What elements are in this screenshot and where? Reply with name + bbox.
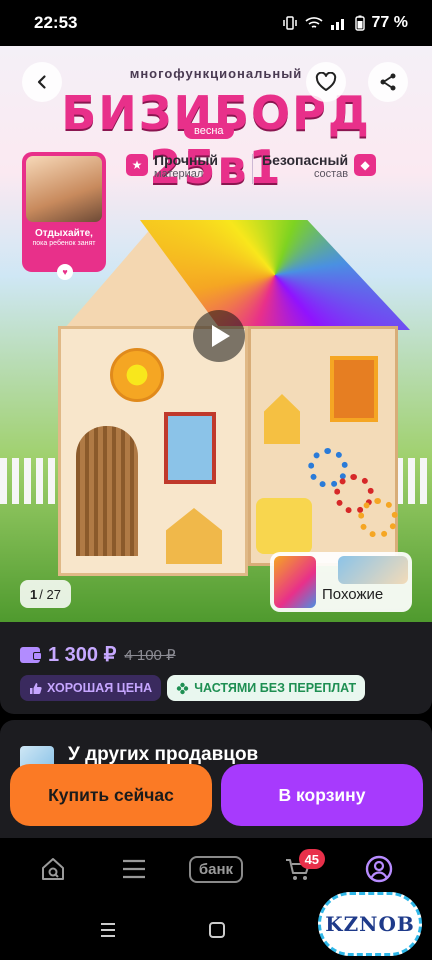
image-counter-total: / 27 <box>39 586 61 602</box>
vibrate-icon <box>282 16 297 30</box>
menu-icon <box>123 859 146 879</box>
similar-thumb-2 <box>338 556 408 584</box>
tab-home[interactable] <box>28 849 78 889</box>
price-row: 1 300 ₽ 4 100 ₽ <box>20 642 176 667</box>
watermark-text: KZNOB <box>325 912 415 936</box>
buy-now-button[interactable]: Купить сейчас <box>10 764 212 826</box>
good-price-badge[interactable]: ХОРОШАЯ ЦЕНА <box>20 675 162 701</box>
share-icon <box>380 73 396 91</box>
product-image-gallery[interactable]: многофункциональный БИЗИБОРД 25в1 весна … <box>0 46 432 622</box>
battery-percent: 77 % <box>371 14 408 31</box>
side-panel <box>330 356 378 422</box>
spring-tag: весна <box>184 123 234 139</box>
tab-cart[interactable]: 45 <box>273 849 326 889</box>
similar-thumb-1 <box>274 556 316 608</box>
feature-durable-title: Прочный <box>154 152 218 168</box>
recent-apps-icon[interactable] <box>98 921 118 939</box>
tab-catalog[interactable] <box>109 849 159 889</box>
house-window <box>164 412 216 484</box>
status-bar: 22:53 77 % <box>0 0 432 46</box>
other-sellers-title: У других продавцов <box>68 744 259 765</box>
house-door <box>76 426 138 556</box>
installments-badge[interactable]: ЧАСТЯМИ БЕЗ ПЕРЕПЛАТ <box>167 675 366 701</box>
tab-bank[interactable]: банк <box>188 849 244 889</box>
feature-safe: Безопасный состав ◆ <box>262 152 377 180</box>
play-icon <box>212 325 230 347</box>
battery-icon <box>354 15 365 31</box>
feature-safe-title: Безопасный <box>262 152 349 168</box>
image-counter: 1 / 27 <box>20 580 71 608</box>
gear-orange <box>358 498 398 538</box>
status-icons: 77 % <box>282 14 408 32</box>
family-photo <box>26 156 102 222</box>
price-old: 4 100 ₽ <box>124 646 176 664</box>
feature-safe-subtitle: состав <box>313 168 349 180</box>
lacing-box <box>256 498 312 554</box>
cart-count-badge: 45 <box>298 849 326 869</box>
favorite-button[interactable] <box>306 62 346 102</box>
installments-icon <box>177 682 189 694</box>
flower-gear <box>110 348 164 402</box>
status-time: 22:53 <box>34 13 78 32</box>
tab-profile[interactable] <box>354 849 404 889</box>
share-button[interactable] <box>368 62 408 102</box>
back-button[interactable] <box>22 62 62 102</box>
image-counter-current: 1 <box>30 586 38 602</box>
price-section: 1 300 ₽ 4 100 ₽ ХОРОШАЯ ЦЕНА ЧАСТЯМИ БЕЗ… <box>0 622 432 714</box>
price-badges: ХОРОШАЯ ЦЕНА ЧАСТЯМИ БЕЗ ПЕРЕПЛАТ <box>20 675 366 701</box>
bottom-tab-bar: банк 45 <box>0 838 432 900</box>
home-search-icon <box>41 858 64 880</box>
heart-outline-icon <box>315 72 337 91</box>
home-icon[interactable] <box>208 921 226 939</box>
signal-icon <box>330 19 344 30</box>
chevron-left-icon <box>37 75 46 89</box>
feature-durable-subtitle: материал <box>154 168 204 180</box>
feature-durable: ★ Прочный материал <box>126 152 218 180</box>
play-video-button[interactable] <box>193 310 245 362</box>
good-price-label: ХОРОШАЯ ЦЕНА <box>47 681 153 695</box>
price-current: 1 300 ₽ <box>48 644 117 666</box>
shield-icon: ◆ <box>354 154 377 176</box>
add-to-cart-button[interactable]: В корзину <box>221 764 423 826</box>
bank-label: банк <box>188 855 244 883</box>
installments-label: ЧАСТЯМИ БЕЗ ПЕРЕПЛАТ <box>194 681 357 695</box>
wifi-icon <box>304 17 323 28</box>
star-icon: ★ <box>126 154 148 176</box>
busy-board-house-illustration <box>40 216 410 576</box>
similar-label: Похожие <box>322 586 384 603</box>
watermark-logo: KZNOB <box>318 892 422 956</box>
feature-divider <box>252 154 253 184</box>
wallet-icon <box>20 646 42 663</box>
thumbs-up-icon <box>30 682 42 694</box>
similar-products-button[interactable]: Похожие <box>270 552 412 612</box>
profile-icon <box>365 855 393 883</box>
